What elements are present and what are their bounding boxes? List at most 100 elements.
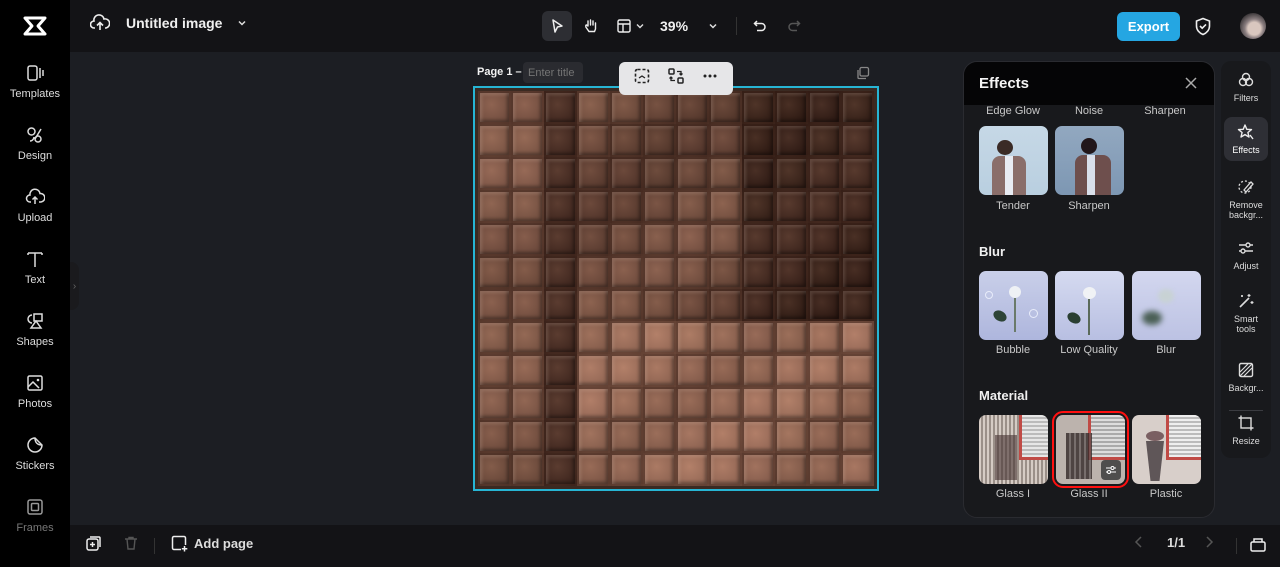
glass-tile [775,387,808,421]
layout-dropdown[interactable] [610,11,650,41]
effect-card-glass-2[interactable] [1052,411,1129,488]
sidebar-item-photos[interactable]: Photos [0,362,70,420]
sliders-icon [1106,466,1116,474]
rail-item-smart-tools[interactable]: Smart tools [1224,292,1268,334]
glass-tile [841,222,874,256]
glass-tile [742,288,775,322]
trash-icon [125,536,137,550]
export-button[interactable]: Export [1117,12,1180,41]
glass-tile [775,255,808,289]
page-title-input[interactable] [523,62,583,83]
effect-card-glass-1[interactable] [979,415,1048,484]
glass-tile [610,453,643,486]
delete-page-button[interactable] [123,535,139,551]
doc-title-button[interactable]: Untitled image [90,14,248,32]
effect-card-bubble[interactable] [979,271,1048,340]
collapse-panel-toggle[interactable]: › [70,262,79,310]
glass-tile [676,222,709,256]
sidebar-item-label: Upload [17,211,53,224]
effect-card-low-quality[interactable] [1055,271,1124,340]
sidebar-item-text[interactable]: Text [0,238,70,296]
glass-tile [577,354,610,388]
sidebar-item-shapes[interactable]: Shapes [0,300,70,358]
add-page-copy-button[interactable] [85,535,102,552]
redo-button[interactable] [779,11,809,41]
glass-tile [544,255,577,289]
rail-item-background[interactable]: Backgr... [1224,361,1268,393]
adjust-effect-button[interactable] [1101,460,1121,480]
glass-tile [709,156,742,190]
glass-tile [676,189,709,223]
effect-card-tender[interactable] [979,126,1048,195]
user-avatar[interactable] [1240,13,1266,39]
glass-tile [775,222,808,256]
magic-eraser-icon [1238,180,1254,194]
divider [154,538,155,554]
glass-tile [808,321,841,355]
glass-tile [775,156,808,190]
glass-tile [610,156,643,190]
add-page-label: Add page [194,536,254,551]
sidebar-item-label: Frames [16,521,54,534]
glass-tile [610,420,643,454]
select-tool[interactable] [542,11,572,41]
rail-item-filters[interactable]: Filters [1224,71,1268,103]
glass-tile [841,255,874,289]
chevron-right-icon [1206,536,1214,548]
rail-item-remove-background[interactable]: Remove backgr... [1224,178,1268,220]
glass-tile [643,453,676,486]
glass-tile [742,189,775,223]
replace-button[interactable] [667,67,685,90]
sidebar-item-upload[interactable]: Upload [0,176,70,234]
glass-tile [478,420,511,454]
undo-button[interactable] [745,11,775,41]
rail-item-resize[interactable]: Resize [1224,414,1268,446]
glass-tile [841,91,874,124]
duplicate-page-button[interactable] [856,66,870,85]
glass-tile [808,387,841,421]
effect-card-plastic[interactable] [1132,415,1201,484]
glass-tile [676,354,709,388]
glass-tile [478,354,511,388]
glass-tile [742,156,775,190]
glass-tile [841,123,874,157]
close-panel-button[interactable] [1184,75,1198,93]
effect-card-blur[interactable] [1132,271,1201,340]
sidebar-item-frames[interactable]: Frames [0,486,70,544]
canvas-page[interactable] [473,86,879,491]
doc-title: Untitled image [126,15,223,31]
glass-tile [841,387,874,421]
glass-tile [709,123,742,157]
sidebar-item-templates[interactable]: Templates [0,52,70,110]
hand-tool[interactable] [576,11,606,41]
crop-button[interactable] [633,67,651,90]
zoom-dropdown[interactable] [698,11,728,41]
glass-tile [775,321,808,355]
glass-tile [676,255,709,289]
more-options-button[interactable] [701,67,719,90]
next-page-button[interactable] [1203,535,1215,549]
zoom-level[interactable]: 39% [660,18,688,34]
sidebar-item-label: Design [17,149,53,162]
rail-item-effects[interactable]: Effects [1224,117,1268,161]
glass-tile [478,321,511,355]
sidebar-item-stickers[interactable]: Stickers [0,424,70,482]
glass-tile [709,255,742,289]
glass-tile [511,420,544,454]
prev-page-button[interactable] [1133,535,1145,549]
page-panel-toggle[interactable] [1249,535,1267,553]
rail-item-adjust[interactable]: Adjust [1224,239,1268,271]
effect-label[interactable]: Sharpen [1120,105,1210,117]
effect-card-sharpen[interactable] [1055,126,1124,195]
undo-icon [753,20,766,32]
rail-item-label: Smart tools [1233,314,1258,334]
app-logo[interactable] [0,0,70,52]
glass-tile [577,222,610,256]
glass-tile [478,189,511,223]
shield-button[interactable] [1194,17,1212,41]
glass-tile [742,321,775,355]
glass-tile [742,420,775,454]
sidebar-item-design[interactable]: Design [0,114,70,172]
glass-tile [709,222,742,256]
add-page-button[interactable]: Add page [171,535,253,552]
